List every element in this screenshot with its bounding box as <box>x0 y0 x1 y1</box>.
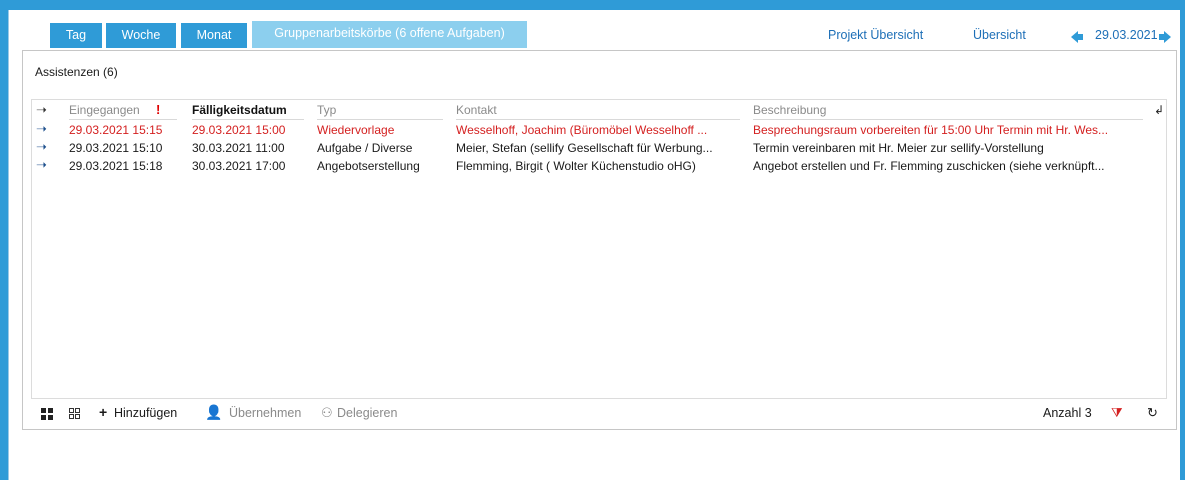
tab-tag[interactable]: Tag <box>50 23 102 48</box>
tile-view-icon[interactable] <box>41 408 53 420</box>
cell-beschreibung: Termin vereinbaren mit Hr. Meier zur sel… <box>753 141 1044 155</box>
column-header-eingegangen[interactable]: Eingegangen <box>69 103 140 119</box>
tab-woche[interactable]: Woche <box>106 23 176 48</box>
cell-eingegangen: 29.03.2021 15:10 <box>69 141 163 155</box>
cell-typ: Wiedervorlage <box>317 123 395 137</box>
cell-typ: Aufgabe / Diverse <box>317 141 413 155</box>
projekt-uebersicht-link[interactable]: Projekt Übersicht <box>828 28 923 42</box>
user-icon: 👤 <box>205 404 223 420</box>
forward-icon[interactable]: ➝ <box>36 139 47 155</box>
priority-icon: ! <box>156 102 161 117</box>
column-header-typ[interactable]: Typ <box>317 103 336 119</box>
uebernehmen-button[interactable]: Übernehmen <box>229 406 301 420</box>
forward-icon[interactable]: ➝ <box>36 157 47 173</box>
cell-kontakt: Meier, Stefan (sellify Gesellschaft für … <box>456 141 713 155</box>
header-separator <box>69 119 177 120</box>
cell-faelligkeit: 29.03.2021 15:00 <box>192 123 286 137</box>
hinzufuegen-button[interactable]: Hinzufügen <box>114 406 177 420</box>
delegieren-button[interactable]: Delegieren <box>337 406 397 420</box>
column-chooser-icon[interactable]: ↲ <box>1154 103 1164 119</box>
header-separator <box>317 119 443 120</box>
panel-title: Assistenzen (6) <box>35 65 118 79</box>
assistenzen-panel: Assistenzen (6) ➝ Eingegangen ! Fälligke… <box>22 50 1177 430</box>
cell-kontakt: Wesselhoff, Joachim (Büromöbel Wesselhof… <box>456 123 708 137</box>
cell-kontakt: Flemming, Birgit ( Wolter Küchenstudio o… <box>456 159 696 173</box>
next-date-icon[interactable] <box>1159 31 1171 43</box>
current-date[interactable]: 29.03.2021 <box>1095 28 1158 42</box>
task-table: ➝ Eingegangen ! Fälligkeitsdatum Typ Kon… <box>31 99 1167 399</box>
refresh-icon[interactable]: ↻ <box>1147 405 1158 421</box>
header-separator <box>456 119 740 120</box>
tab-monat[interactable]: Monat <box>181 23 247 48</box>
count-label: Anzahl 3 <box>1043 406 1092 420</box>
cell-faelligkeit: 30.03.2021 11:00 <box>192 141 285 155</box>
column-header-kontakt[interactable]: Kontakt <box>456 103 497 119</box>
cell-beschreibung: Besprechungsraum vorbereiten für 15:00 U… <box>753 123 1109 137</box>
cell-eingegangen: 29.03.2021 15:15 <box>69 123 163 137</box>
delegate-icon: ⚇ <box>321 405 333 420</box>
window-left-border <box>0 10 8 480</box>
table-toolbar: + Hinzufügen 👤 Übernehmen ⚇ Delegieren A… <box>23 401 1176 427</box>
window-top-border <box>0 0 1185 10</box>
previous-date-icon[interactable] <box>1071 31 1083 43</box>
header-separator <box>753 119 1143 120</box>
column-header-beschreibung[interactable]: Beschreibung <box>753 103 826 119</box>
cell-beschreibung: Angebot erstellen und Fr. Flemming zusch… <box>753 159 1105 173</box>
cell-faelligkeit: 30.03.2021 17:00 <box>192 159 286 173</box>
clear-filter-icon[interactable]: ⧩ <box>1111 405 1123 421</box>
cell-eingegangen: 29.03.2021 15:18 <box>69 159 163 173</box>
tab-gruppenarbeitskoerbe[interactable]: Gruppenarbeitskörbe (6 offene Aufgaben) <box>252 21 527 48</box>
plus-icon[interactable]: + <box>99 404 107 420</box>
cell-typ: Angebotserstellung <box>317 159 420 173</box>
column-header-faelligkeitsdatum[interactable]: Fälligkeitsdatum <box>192 103 287 119</box>
forward-icon[interactable]: ➝ <box>36 121 47 137</box>
header-separator <box>192 119 304 120</box>
list-view-icon[interactable] <box>69 408 81 420</box>
uebersicht-link[interactable]: Übersicht <box>973 28 1026 42</box>
forward-icon[interactable]: ➝ <box>36 102 47 118</box>
